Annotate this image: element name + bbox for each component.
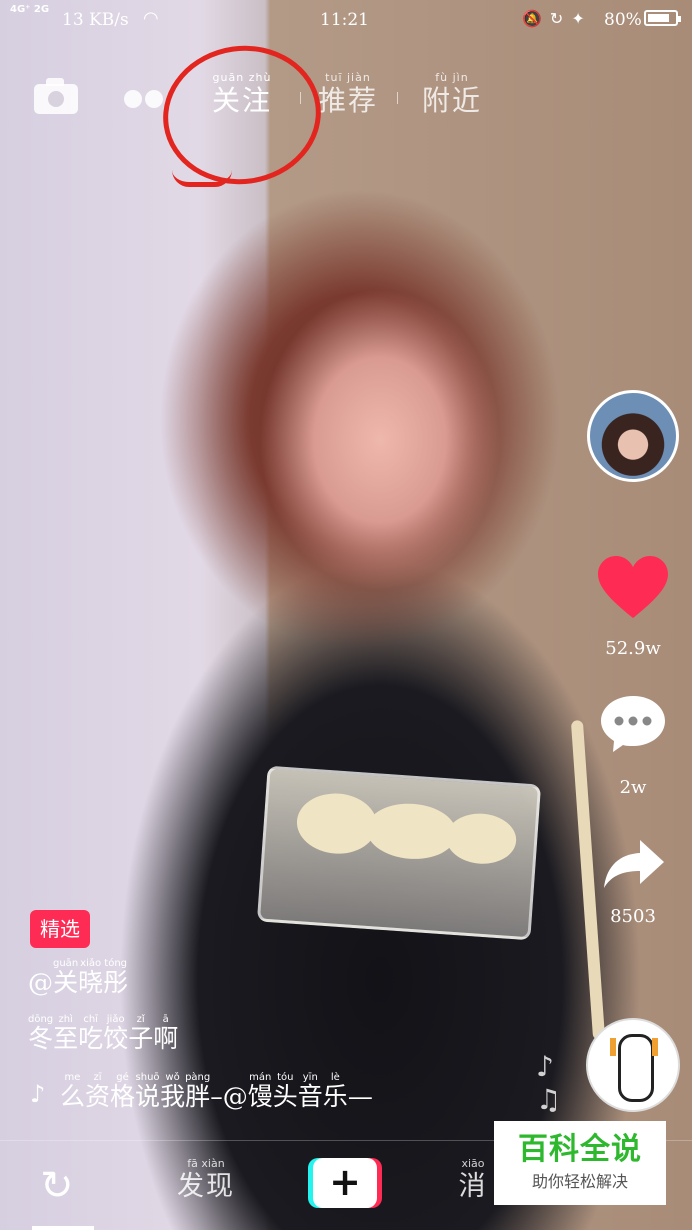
- tab-recommended[interactable]: tuī jiàn 推荐: [313, 72, 383, 118]
- dumpling-box: [256, 765, 542, 941]
- home-indicator: [32, 1226, 94, 1230]
- ruby-char: 彤tóng: [103, 958, 129, 997]
- nav-discover[interactable]: fā xiàn 发现: [174, 1158, 238, 1204]
- watermark-title: 百科全说: [518, 1132, 642, 1167]
- rotation-lock-icon: ↻: [549, 9, 572, 28]
- comment-count: 2w: [619, 777, 647, 798]
- ruby-char: 关guān: [53, 958, 79, 997]
- ruby-char: 头tóu: [272, 1072, 298, 1111]
- music-title[interactable]: 么me资zī格gé说shuō我wǒ胖pàng–@馒mán头tóu音yīn乐lè—: [60, 1072, 373, 1113]
- nav-messages[interactable]: xiāo 消: [456, 1158, 490, 1204]
- ruby-char: 么me: [60, 1072, 86, 1111]
- battery-fill: [648, 14, 669, 22]
- nav-messages-label: 消: [458, 1171, 488, 1202]
- clock: 11:21: [320, 10, 369, 30]
- ruby-char: 格gé: [110, 1072, 136, 1111]
- ruby-char: –@: [210, 1082, 248, 1111]
- network-indicator: 4G⁺ 2G: [10, 4, 50, 15]
- ruby-char: @: [28, 968, 53, 997]
- camera-icon[interactable]: [34, 78, 78, 114]
- ruby-char: 吃chī: [78, 1014, 104, 1053]
- music-notes-icon: ♪ ♫: [536, 1050, 562, 1116]
- more-dots-icon[interactable]: [124, 90, 166, 112]
- silent-icon: 🔕: [522, 9, 550, 28]
- add-video-button[interactable]: +: [313, 1158, 377, 1208]
- tab-separator: [397, 92, 398, 104]
- status-bar: 4G⁺ 2G 13 KB/s ◠ 11:21 🔕↻✦ 80%: [0, 0, 692, 40]
- ruby-char: 晓xiǎo: [78, 958, 104, 997]
- ruby-char: 资zī: [85, 1072, 111, 1111]
- ruby-char: —: [347, 1082, 373, 1111]
- add-label: +: [329, 1160, 361, 1204]
- tiktok-note-icon: ♪: [30, 1080, 46, 1108]
- battery-percent: 80%: [604, 10, 642, 30]
- ruby-char: 冬dōng: [28, 1014, 54, 1053]
- network-speed: 13 KB/s: [62, 10, 129, 30]
- tab-nearby-label: 附近: [421, 84, 482, 117]
- wifi-icon: ◠: [143, 8, 159, 29]
- nav-discover-label: 发现: [177, 1171, 235, 1202]
- ruby-char: 子zǐ: [128, 1014, 154, 1053]
- bluetooth-icon: ✦: [571, 9, 593, 28]
- ruby-char: 乐lè: [322, 1072, 348, 1111]
- baike-watermark: 百科全说 助你轻松解决: [494, 1121, 666, 1205]
- ruby-char: 至zhì: [53, 1014, 79, 1053]
- comment-icon[interactable]: [599, 694, 667, 754]
- ruby-char: 馒mán: [247, 1072, 273, 1111]
- video-caption: 冬dōng至zhì吃chī饺jiǎo子zǐ啊ā: [28, 1014, 178, 1055]
- tab-recommended-pinyin: tuī jiàn: [325, 71, 371, 84]
- refresh-icon[interactable]: ↻: [40, 1166, 74, 1206]
- ruby-char: 说shuō: [135, 1072, 161, 1111]
- like-count: 52.9w: [605, 638, 661, 659]
- ruby-char: 胖pàng: [185, 1072, 211, 1111]
- tab-nearby[interactable]: fù jìn 附近: [417, 72, 487, 118]
- music-disc[interactable]: [586, 1018, 680, 1112]
- watermark-subtitle: 助你轻松解决: [531, 1172, 628, 1191]
- share-count: 8503: [610, 906, 656, 927]
- nav-messages-pinyin: xiāo: [461, 1157, 485, 1170]
- featured-badge: 精选: [30, 910, 90, 948]
- tab-recommended-label: 推荐: [317, 84, 378, 117]
- like-heart-icon[interactable]: [598, 556, 668, 620]
- ruby-char: 我wǒ: [160, 1072, 186, 1111]
- author-name[interactable]: @关guān晓xiǎo彤tóng: [28, 958, 128, 999]
- ruby-char: 音yīn: [297, 1072, 323, 1111]
- ruby-char: 啊ā: [153, 1014, 179, 1053]
- share-arrow-icon[interactable]: [602, 838, 666, 890]
- status-icons: 🔕↻✦: [522, 9, 593, 28]
- battery-icon: [644, 10, 681, 26]
- tab-nearby-pinyin: fù jìn: [435, 71, 469, 84]
- nav-discover-pinyin: fā xiàn: [187, 1157, 225, 1170]
- author-avatar[interactable]: [587, 390, 679, 482]
- red-highlight-tail: [172, 170, 232, 187]
- ruby-char: 饺jiǎo: [103, 1014, 129, 1053]
